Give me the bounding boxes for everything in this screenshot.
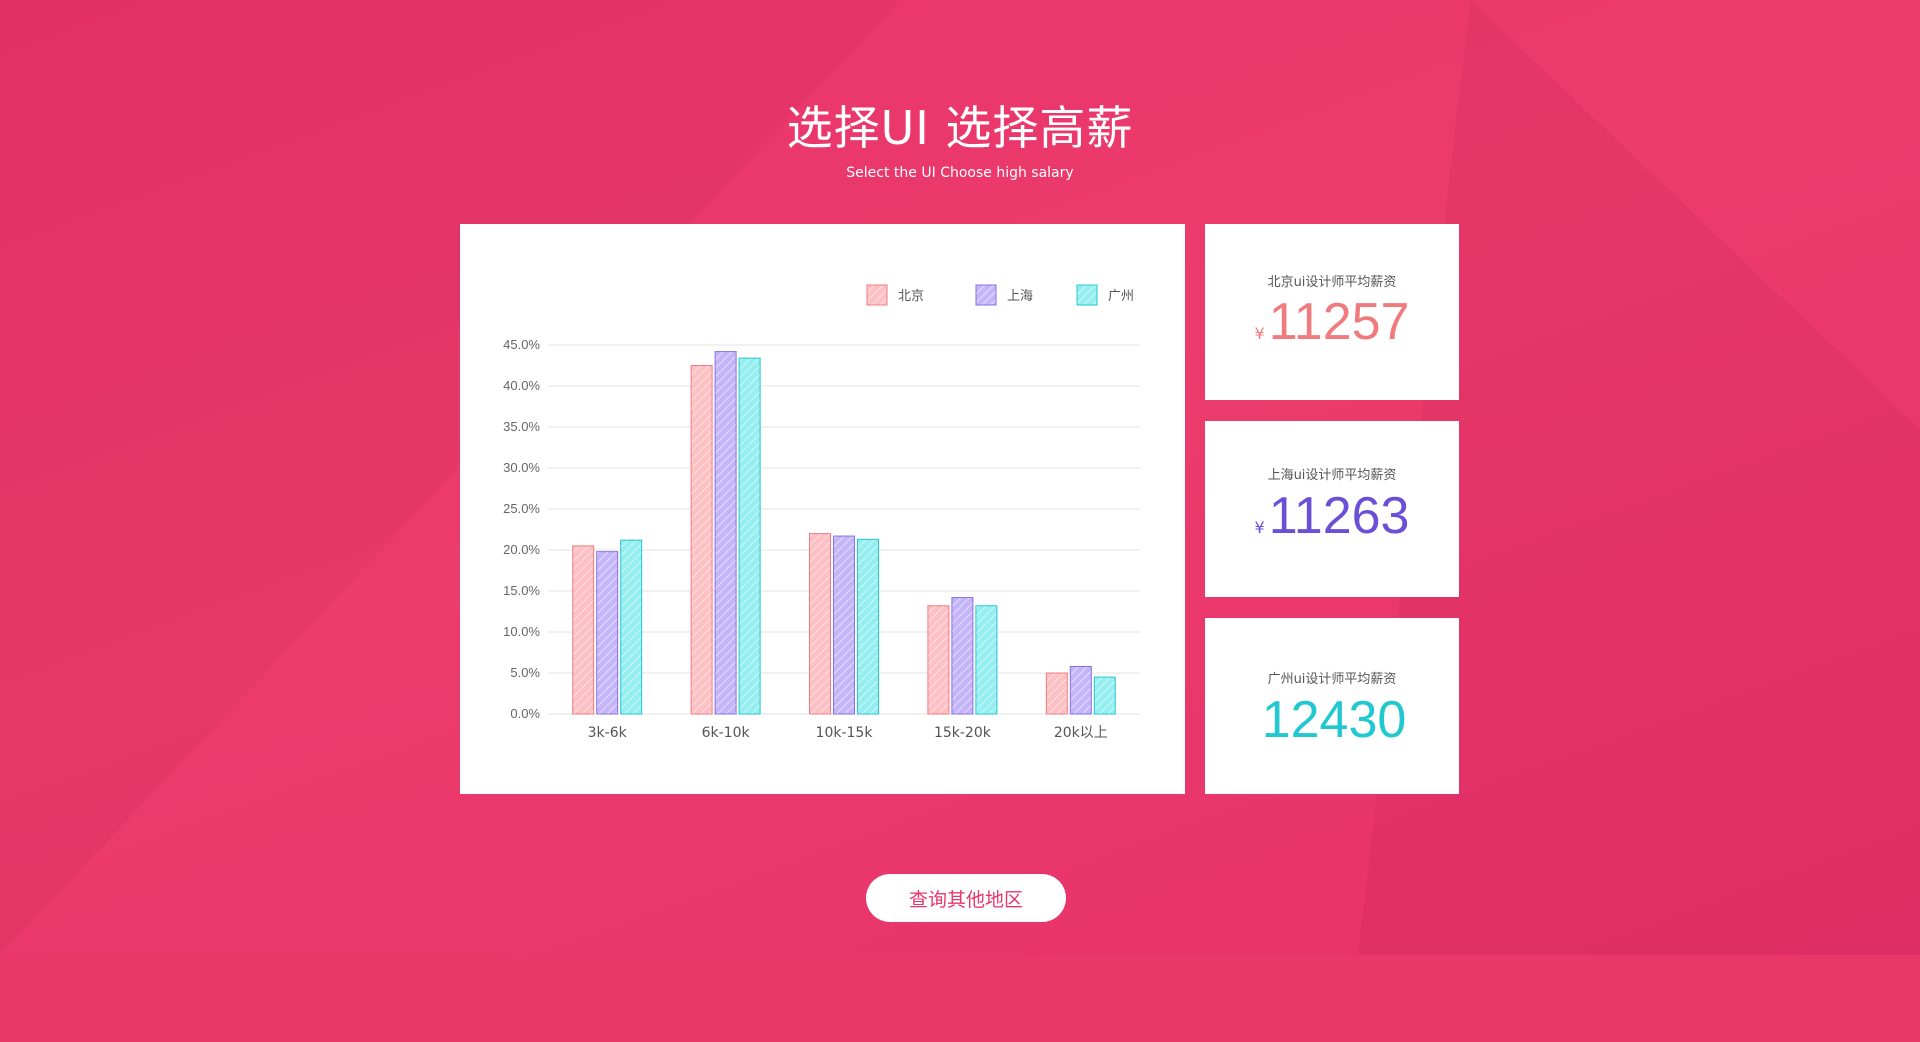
bar xyxy=(714,351,737,715)
legend-swatch xyxy=(975,284,997,306)
shanghai-salary-card: 上海ui设计师平均薪资 ¥11263 xyxy=(1205,421,1459,597)
x-tick-label: 15k-20k xyxy=(934,725,992,741)
bar xyxy=(738,357,761,715)
x-axis-ticks: 3k-6k 6k-10k 10k-15k 15k-20k 20k以上 xyxy=(588,725,1108,741)
beijing-salary-card: 北京ui设计师平均薪资 ¥11257 xyxy=(1205,224,1459,400)
bar xyxy=(857,538,879,715)
y-tick-label: 20.0% xyxy=(503,542,540,557)
legend-swatch xyxy=(1076,284,1098,306)
shanghai-salary-label: 上海ui设计师平均薪资 xyxy=(1267,468,1397,483)
y-tick-label: 10.0% xyxy=(503,624,540,639)
y-tick-label: 40.0% xyxy=(503,378,540,393)
bar xyxy=(975,605,998,715)
bar xyxy=(927,605,950,715)
bar xyxy=(596,551,619,715)
legend-label: 北京 xyxy=(898,289,924,304)
bar xyxy=(620,539,643,715)
background-footer-band xyxy=(0,955,1920,1042)
y-tick-label: 30.0% xyxy=(503,460,540,475)
salary-distribution-chart-card: 0.0% 5.0% 10.0% 15.0% 20.0% 25.0% 30.0% 35.0% 40… xyxy=(460,224,1185,794)
y-tick-label: 5.0% xyxy=(510,665,540,680)
x-tick-label: 3k-6k xyxy=(588,725,628,741)
chart-legend: 北京 上海 广州 xyxy=(866,284,1134,306)
bar xyxy=(809,533,831,715)
y-tick-label: 15.0% xyxy=(503,583,540,598)
y-axis-ticks: 0.0% 5.0% 10.0% 15.0% 20.0% 25.0% 30.0% 35.0% 40… xyxy=(503,337,540,721)
legend-label: 上海 xyxy=(1007,289,1033,304)
bar xyxy=(1045,672,1068,715)
bar xyxy=(833,535,855,715)
x-tick-label: 10k-15k xyxy=(816,725,874,741)
guangzhou-salary-label: 广州ui设计师平均薪资 xyxy=(1267,672,1397,687)
legend-swatch xyxy=(866,284,888,306)
shanghai-currency-symbol: ¥ xyxy=(1254,518,1265,537)
guangzhou-salary-card: 广州ui设计师平均薪资 12430 xyxy=(1205,618,1459,794)
y-tick-label: 0.0% xyxy=(510,706,540,721)
chart-bars xyxy=(572,351,1116,715)
page-subtitle: Select the UI Choose high salary xyxy=(846,165,1074,181)
y-tick-label: 45.0% xyxy=(503,337,540,352)
page-title: 选择UI 选择高薪 xyxy=(786,101,1134,155)
beijing-salary-value: 11257 xyxy=(1268,293,1410,351)
beijing-salary-value-row: ¥11257 xyxy=(1205,292,1459,352)
legend-label: 广州 xyxy=(1108,289,1134,304)
y-tick-label: 35.0% xyxy=(503,419,540,434)
bar xyxy=(1069,665,1092,715)
bar xyxy=(1093,676,1116,715)
query-other-regions-button[interactable]: 查询其他地区 xyxy=(866,874,1066,922)
x-tick-label: 6k-10k xyxy=(702,725,751,741)
bar xyxy=(572,545,595,715)
guangzhou-salary-value: 12430 xyxy=(1261,691,1407,749)
salary-distribution-chart: 0.0% 5.0% 10.0% 15.0% 20.0% 25.0% 30.0% 35.0% 40… xyxy=(503,284,1140,741)
bar xyxy=(951,597,974,715)
y-tick-label: 25.0% xyxy=(503,501,540,516)
beijing-currency-symbol: ¥ xyxy=(1254,324,1265,343)
guangzhou-salary-value-row: 12430 xyxy=(1205,690,1459,750)
shanghai-salary-value-row: ¥11263 xyxy=(1205,486,1459,546)
bar xyxy=(690,365,713,715)
beijing-salary-label: 北京ui设计师平均薪资 xyxy=(1267,275,1397,290)
shanghai-salary-value: 11263 xyxy=(1268,487,1410,545)
x-tick-label: 20k以上 xyxy=(1054,725,1108,741)
